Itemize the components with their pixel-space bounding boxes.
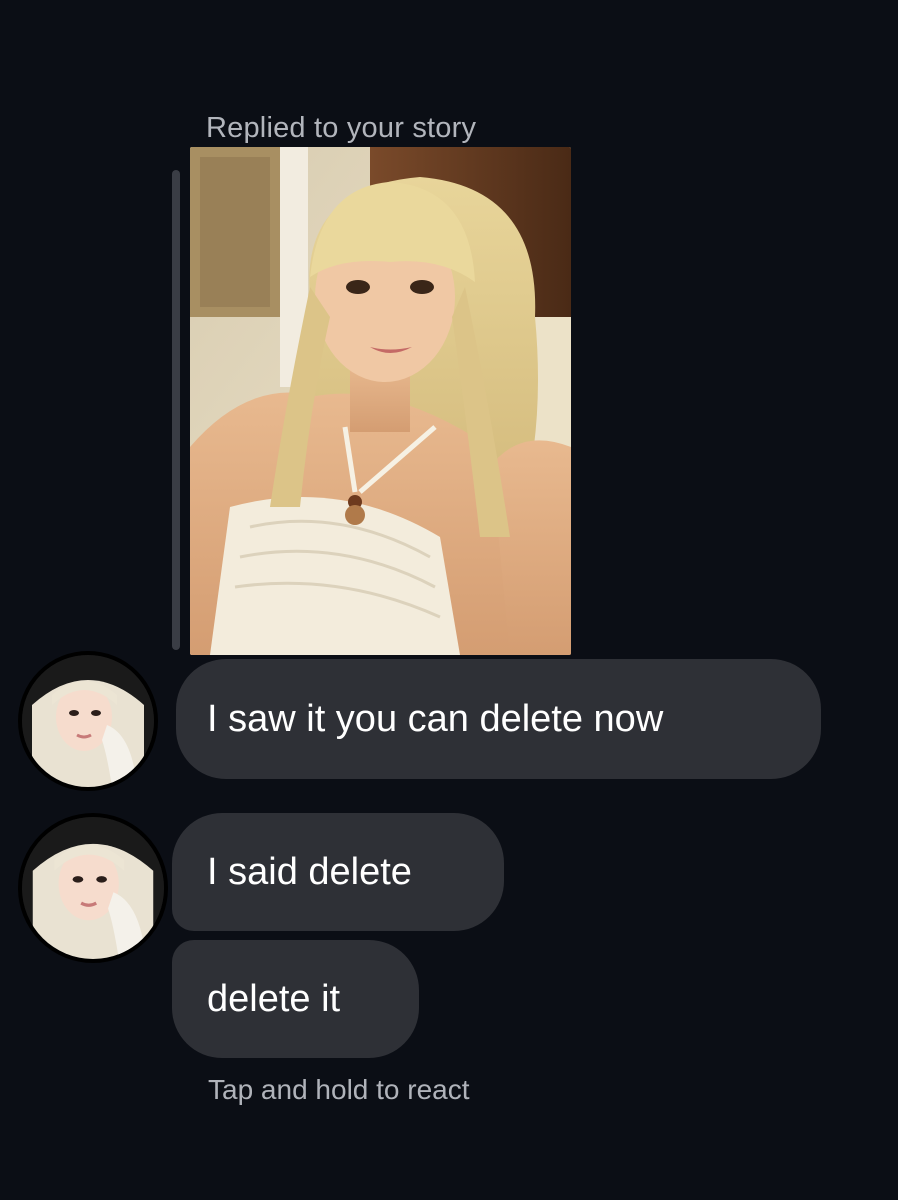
sender-avatar[interactable]	[18, 813, 168, 963]
message-text: delete it	[207, 978, 341, 1020]
react-hint: Tap and hold to react	[208, 1074, 470, 1105]
sender-avatar[interactable]	[18, 651, 158, 791]
story-preview-image[interactable]	[190, 147, 571, 655]
reply-indicator-bar	[172, 170, 180, 650]
message-text: I saw it you can delete now	[207, 698, 664, 740]
story-reply-label: Replied to your story	[206, 112, 477, 144]
message-bubble[interactable]: I saw it you can delete now	[176, 659, 821, 779]
message-bubble[interactable]: I said delete	[172, 813, 504, 931]
message-text: I said delete	[207, 851, 412, 893]
message-bubble[interactable]: delete it	[172, 940, 419, 1058]
